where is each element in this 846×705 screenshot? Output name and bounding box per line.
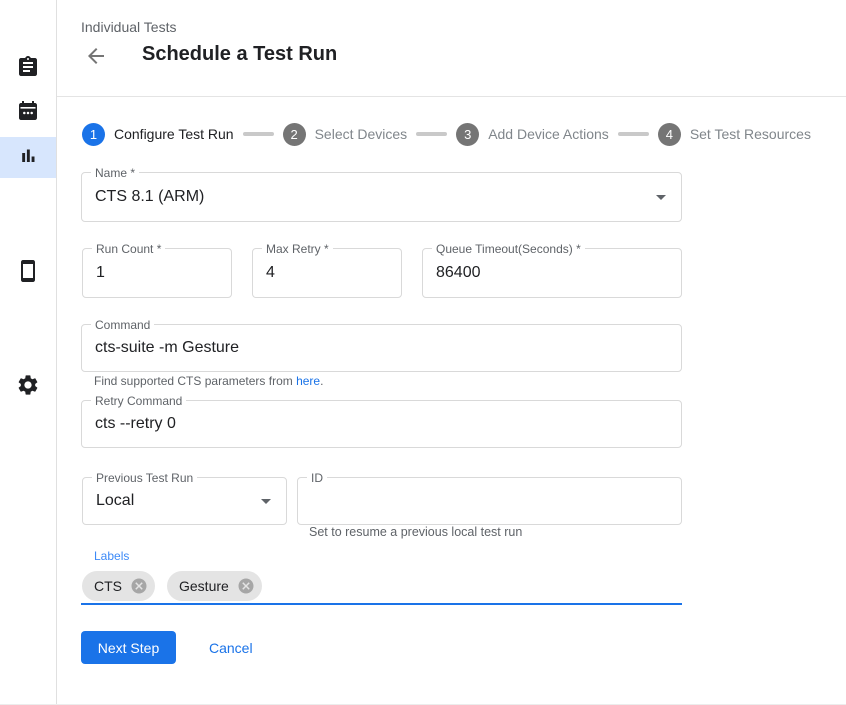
settings-gear-icon [16, 373, 40, 402]
chevron-down-icon[interactable] [649, 185, 673, 209]
label-chip: CTS [82, 571, 155, 601]
labels-label: Labels [94, 549, 129, 563]
sidebar-item-test-runs[interactable] [0, 137, 56, 178]
page-title: Schedule a Test Run [142, 43, 337, 66]
command-field: Command [81, 324, 682, 372]
chip-text: CTS [94, 578, 122, 594]
step-number-badge: 4 [658, 123, 681, 146]
step-connector [416, 132, 447, 136]
labels-input[interactable]: CTS Gesture [82, 571, 274, 601]
helper-suffix: . [320, 374, 323, 388]
previous-test-run-select[interactable]: Previous Test Run Local [82, 477, 287, 525]
chip-remove-icon[interactable] [130, 577, 148, 595]
smartphone-icon [16, 259, 40, 288]
step-label: Set Test Resources [690, 126, 811, 142]
step-number-badge: 1 [82, 123, 105, 146]
helper-prefix: Find supported CTS parameters from [94, 374, 296, 388]
id-helper-text: Set to resume a previous local test run [309, 525, 522, 539]
command-helper-text: Find supported CTS parameters from here. [94, 374, 323, 388]
step-label: Select Devices [315, 126, 408, 142]
app-window: Individual Tests Schedule a Test Run 1 C… [0, 0, 846, 705]
chip-text: Gesture [179, 578, 229, 594]
sidebar-item-test-plans[interactable] [0, 93, 56, 134]
sidebar [0, 0, 57, 705]
next-step-button[interactable]: Next Step [81, 631, 176, 664]
run-count-input[interactable] [83, 249, 231, 297]
back-arrow-icon[interactable] [84, 44, 108, 68]
step-number-badge: 3 [456, 123, 479, 146]
bar-chart-icon [16, 143, 40, 172]
step-number-badge: 2 [283, 123, 306, 146]
id-field: ID [297, 477, 682, 525]
step-label: Add Device Actions [488, 126, 609, 142]
clipboard-tests-icon [16, 55, 40, 84]
max-retry-field: Max Retry * [252, 248, 402, 298]
id-input[interactable] [298, 478, 681, 524]
field-value: CTS 8.1 (ARM) [95, 173, 204, 221]
queue-timeout-input[interactable] [423, 249, 681, 297]
command-input[interactable] [82, 325, 681, 371]
retry-command-input[interactable] [82, 401, 681, 447]
chevron-down-icon[interactable] [254, 489, 278, 513]
sidebar-item-settings[interactable] [0, 367, 56, 408]
step-add-device-actions[interactable]: 3 Add Device Actions [456, 123, 609, 146]
step-connector [618, 132, 649, 136]
chip-remove-icon[interactable] [237, 577, 255, 595]
retry-command-field: Retry Command [81, 400, 682, 448]
breadcrumb: Individual Tests [81, 19, 176, 35]
stepper: 1 Configure Test Run 2 Select Devices 3 … [82, 122, 811, 146]
name-select[interactable]: Name * CTS 8.1 (ARM) [81, 172, 682, 222]
field-value: Local [96, 478, 134, 524]
sidebar-item-tests[interactable] [0, 49, 56, 90]
max-retry-input[interactable] [253, 249, 401, 297]
labels-focus-underline [81, 603, 682, 605]
step-configure-test-run[interactable]: 1 Configure Test Run [82, 123, 234, 146]
step-label: Configure Test Run [114, 126, 234, 142]
label-chip: Gesture [167, 571, 262, 601]
queue-timeout-field: Queue Timeout(Seconds) * [422, 248, 682, 298]
step-select-devices[interactable]: 2 Select Devices [283, 123, 408, 146]
sidebar-item-devices[interactable] [0, 253, 56, 294]
cancel-button[interactable]: Cancel [196, 631, 266, 664]
header-divider [57, 96, 846, 97]
step-set-test-resources[interactable]: 4 Set Test Resources [658, 123, 811, 146]
here-link[interactable]: here [296, 374, 320, 388]
calendar-icon [16, 99, 40, 128]
run-count-field: Run Count * [82, 248, 232, 298]
step-connector [243, 132, 274, 136]
